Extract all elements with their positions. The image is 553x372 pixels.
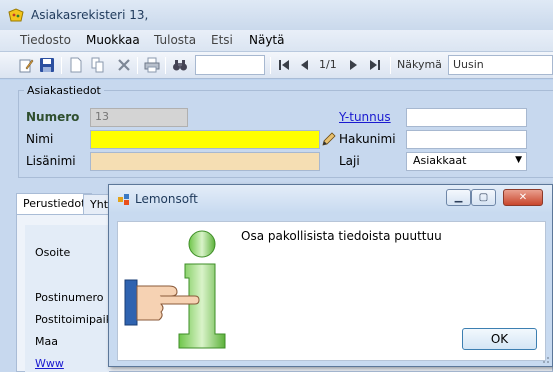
edit-icon[interactable]	[18, 57, 34, 73]
toolbar-separator	[165, 57, 166, 74]
toolbar-separator	[137, 57, 138, 74]
dialog-title-bar: Lemonsoft ▁ ▢ ✕	[109, 185, 552, 213]
first-record-icon[interactable]	[276, 57, 292, 73]
maa-label: Maa	[35, 335, 58, 348]
menu-etsi[interactable]: Etsi	[211, 33, 233, 47]
ok-button[interactable]: OK	[462, 328, 537, 350]
delete-icon[interactable]	[116, 57, 132, 73]
laji-label: Laji	[339, 154, 360, 168]
close-icon: ✕	[518, 192, 528, 203]
copy-icon[interactable]	[90, 57, 106, 73]
app-icon	[8, 8, 24, 22]
resize-grip-icon[interactable]	[540, 354, 550, 364]
pencil-icon[interactable]	[321, 131, 337, 147]
tab-perustiedot[interactable]: Perustiedot	[16, 193, 93, 215]
nimi-field[interactable]	[90, 130, 320, 149]
new-document-icon[interactable]	[68, 57, 84, 73]
menu-nayta[interactable]: Näytä	[249, 33, 285, 47]
minimize-button[interactable]: ▁	[446, 189, 471, 206]
laji-select[interactable]: Asiakkaat ▼	[406, 152, 527, 171]
maximize-button[interactable]: ▢	[471, 189, 496, 206]
view-selector[interactable]: Uusin	[448, 55, 553, 75]
save-icon[interactable]	[39, 57, 55, 73]
message-dialog: Lemonsoft ▁ ▢ ✕ Osa pakollisista tiedois…	[108, 184, 553, 367]
find-binoculars-icon[interactable]	[172, 57, 188, 73]
close-button[interactable]: ✕	[503, 189, 543, 206]
dialog-title: Lemonsoft	[135, 192, 198, 206]
lisanimi-field[interactable]	[90, 152, 320, 171]
toolbar-separator	[390, 57, 391, 74]
last-record-icon[interactable]	[367, 57, 383, 73]
lisanimi-label: Lisänimi	[26, 154, 76, 168]
numero-label: Numero	[26, 110, 80, 124]
menu-tulosta[interactable]: Tulosta	[154, 33, 196, 47]
view-label: Näkymä	[397, 58, 442, 71]
group-caption: Asiakastiedot	[24, 84, 104, 97]
maximize-icon: ▢	[478, 192, 489, 203]
next-record-icon[interactable]	[345, 57, 361, 73]
hakunimi-label: Hakunimi	[339, 132, 396, 146]
record-pager: 1/1	[319, 58, 337, 71]
window-title: Asiakasrekisteri 13,	[31, 8, 149, 22]
hakunimi-field[interactable]	[406, 130, 527, 149]
ytunnus-link[interactable]: Y-tunnus	[339, 110, 391, 124]
search-input[interactable]	[195, 55, 265, 75]
minimize-icon: ▁	[454, 192, 463, 203]
lemonsoft-icon	[118, 194, 129, 205]
laji-value: Asiakkaat	[413, 154, 467, 167]
toolbar-separator	[61, 57, 62, 74]
menu-bar: Tiedosto Muokkaa Tulosta Etsi Näytä	[0, 30, 553, 52]
osoite-label: Osoite	[35, 246, 71, 259]
numero-field: 13	[90, 108, 188, 127]
menu-tiedosto[interactable]: Tiedosto	[20, 33, 71, 47]
dialog-message: Osa pakollisista tiedoista puuttuu	[241, 229, 442, 243]
previous-record-icon[interactable]	[297, 57, 313, 73]
postinumero-label: Postinumero	[35, 291, 104, 304]
ytunnus-field[interactable]	[406, 108, 527, 127]
postitoimipaikka-label: Postitoimipaikk	[35, 313, 119, 326]
menu-muokkaa[interactable]: Muokkaa	[86, 33, 140, 47]
toolbar: 1/1 Näkymä Uusin	[0, 52, 553, 79]
chevron-down-icon: ▼	[515, 155, 522, 165]
print-icon[interactable]	[144, 57, 160, 73]
nimi-label: Nimi	[26, 132, 54, 146]
www-link[interactable]: Www	[35, 357, 64, 370]
toolbar-separator	[270, 57, 271, 74]
info-hand-icon	[124, 230, 226, 349]
title-bar: Asiakasrekisteri 13,	[0, 0, 553, 30]
